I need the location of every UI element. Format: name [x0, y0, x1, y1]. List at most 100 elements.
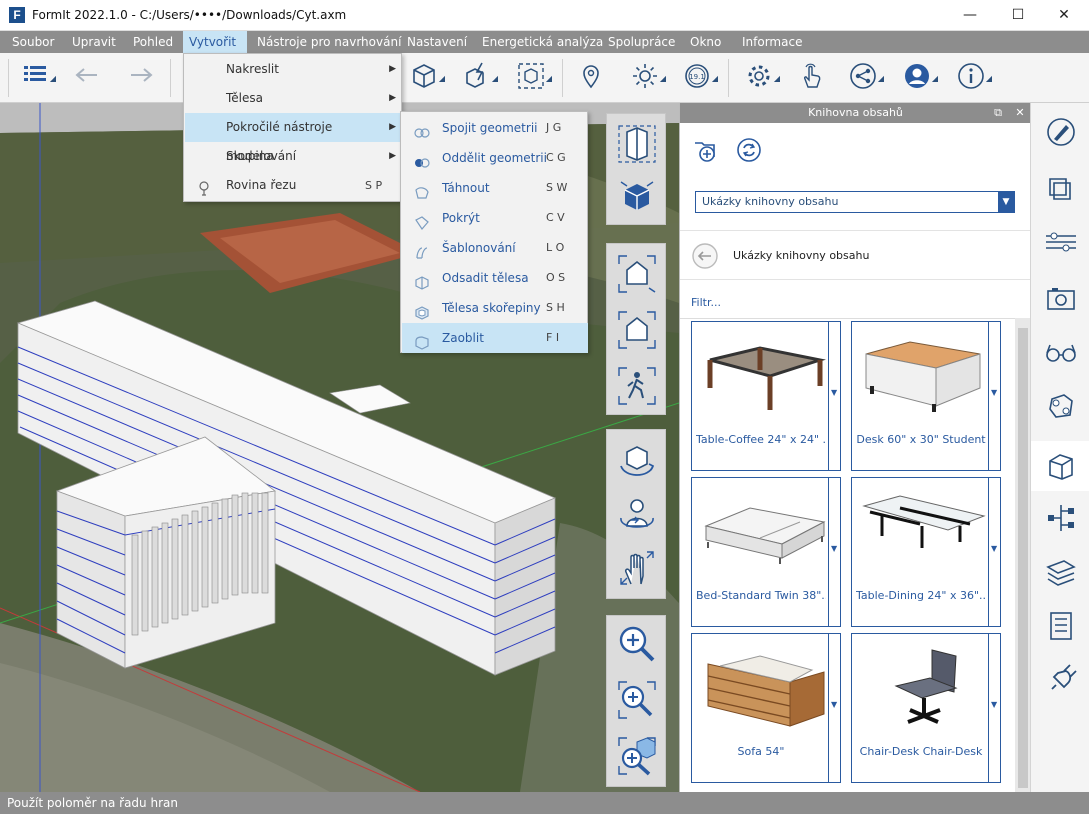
library-close-button[interactable]: ✕	[1012, 103, 1028, 123]
item-menu-button[interactable]: ▼	[828, 634, 840, 782]
share-icon[interactable]: ◢	[846, 61, 884, 95]
menu-item-label: Oddělit geometrii	[442, 151, 547, 165]
close-button[interactable]: ✕	[1044, 4, 1084, 26]
location-pin-icon[interactable]	[574, 61, 608, 95]
menu-edit[interactable]: Upravit	[66, 31, 122, 53]
menu-item-join-geometry[interactable]: Spojit geometrii J G	[402, 113, 588, 143]
menu-item-cover[interactable]: Pokrýt C V	[402, 203, 588, 233]
view-group-camera	[606, 243, 666, 415]
filter-input[interactable]: Filtr...	[691, 296, 721, 309]
menu-item-label: Zaoblit	[442, 331, 484, 345]
home-view-icon[interactable]	[615, 252, 659, 296]
back-arrow-icon[interactable]	[692, 243, 718, 269]
library-item-dining-table[interactable]: Table-Dining 24" x 36"... ▼	[851, 477, 1001, 627]
levels-icon[interactable]	[1042, 223, 1080, 261]
menu-energy-analysis[interactable]: Energetická analýza	[476, 31, 609, 53]
menu-item-sweep[interactable]: Táhnout S W	[402, 173, 588, 203]
library-item-desk[interactable]: Desk 60" x 30" Student ▼	[851, 321, 1001, 471]
menu-item-group[interactable]: Skupina ▶	[185, 142, 402, 171]
item-menu-button[interactable]: ▼	[828, 478, 840, 626]
menu-file[interactable]: Soubor	[6, 31, 60, 53]
item-menu-button[interactable]: ▼	[988, 634, 1000, 782]
materials-icon[interactable]	[1042, 169, 1080, 207]
chevron-down-icon[interactable]: ▼	[998, 192, 1014, 212]
library-item-desk-chair[interactable]: Chair-Desk Chair-Desk ▼	[851, 633, 1001, 783]
layers-icon[interactable]: ◢	[18, 61, 56, 95]
item-menu-button[interactable]: ▼	[988, 478, 1000, 626]
menu-design-tools[interactable]: Nástroje pro navrhování	[251, 31, 407, 53]
chevron-down-icon: ◢	[438, 74, 445, 83]
menu-settings[interactable]: Nastavení	[401, 31, 473, 53]
pan-hand-icon[interactable]	[615, 546, 659, 590]
dock-button[interactable]: ⧉	[990, 103, 1006, 123]
box-select-icon[interactable]: ◢	[514, 61, 552, 95]
redo-icon[interactable]	[124, 61, 158, 95]
sun-icon[interactable]: ◢	[628, 61, 666, 95]
scenes-icon[interactable]	[1042, 279, 1080, 317]
menu-item-section-plane[interactable]: Rovina řezu S P	[185, 171, 402, 200]
gear-icon[interactable]: ◢	[742, 61, 780, 95]
menu-item-shell-solids[interactable]: Tělesa skořepiny S H	[402, 293, 588, 323]
properties-icon[interactable]	[1042, 113, 1080, 151]
menu-window[interactable]: Okno	[684, 31, 727, 53]
home-frame-icon[interactable]	[615, 308, 659, 352]
box-add-icon[interactable]: ◢	[407, 61, 445, 95]
menu-create[interactable]: Vytvořit	[183, 31, 247, 53]
minimize-button[interactable]: —	[950, 4, 990, 26]
scroll-thumb[interactable]	[1018, 328, 1028, 788]
hand-touch-icon[interactable]	[794, 61, 828, 95]
info-icon[interactable]: ◢	[954, 61, 992, 95]
menu-item-label: Nakreslit	[226, 62, 279, 76]
content-library-icon[interactable]	[1031, 441, 1089, 491]
menu-view[interactable]: Pohled	[127, 31, 179, 53]
visual-styles-icon[interactable]	[1042, 333, 1080, 371]
add-library-icon[interactable]	[692, 137, 718, 163]
menu-item-offset-solids[interactable]: Odsadit tělesa O S	[402, 263, 588, 293]
menu-item-fillet[interactable]: Zaoblit F I	[402, 323, 588, 353]
parameters-icon[interactable]	[1042, 607, 1080, 645]
zoom-in-icon[interactable]	[615, 622, 659, 666]
menu-item-loft[interactable]: Šablonování L O	[402, 233, 588, 263]
offset-icon	[414, 271, 430, 290]
view-tools-strip	[606, 113, 666, 793]
library-select[interactable]: Ukázky knihovny obsahu ▼	[695, 191, 1015, 213]
shell-icon	[414, 301, 430, 320]
undo-icon[interactable]	[70, 61, 104, 95]
main-toolbar: ◢ ◢ ◢ ◢ ◢ 19.1 ◢ ◢ ◢ ◢ ◢	[0, 53, 1089, 103]
scale-icon[interactable]: 19.1 ◢	[680, 61, 718, 95]
loft-icon	[414, 241, 430, 259]
library-header: Knihovna obsahů ⧉ ✕	[680, 103, 1031, 123]
dynamo-icon[interactable]	[1042, 499, 1080, 537]
menu-item-label: Pokrýt	[442, 211, 480, 225]
cover-icon	[414, 211, 430, 230]
zoom-window-icon[interactable]	[615, 678, 659, 722]
menu-item-advanced-modeling[interactable]: Pokročilé nástroje modelování ▶	[185, 113, 402, 163]
section-box-icon[interactable]	[615, 122, 659, 166]
orbit-icon[interactable]	[615, 438, 659, 482]
lightning-box-icon[interactable]: ◢	[460, 61, 498, 95]
cube-view-icon[interactable]	[615, 174, 659, 218]
library-item-sofa[interactable]: Sofa 54" ▼	[691, 633, 841, 783]
walk-icon[interactable]	[615, 364, 659, 408]
groups-icon[interactable]	[1042, 387, 1080, 425]
library-scrollbar[interactable]	[1015, 318, 1031, 792]
menu-item-cut-geometry[interactable]: Oddělit geometrii C G	[402, 143, 588, 173]
item-menu-button[interactable]: ▼	[828, 322, 840, 470]
user-icon[interactable]: ◢	[900, 61, 938, 95]
menu-item-shortcut: C G	[546, 151, 566, 164]
maximize-button[interactable]: ☐	[998, 4, 1038, 26]
refresh-icon[interactable]	[736, 137, 762, 163]
menu-item-draw[interactable]: Nakreslit ▶	[185, 55, 402, 84]
library-item-coffee-table[interactable]: Table-Coffee 24" x 24" ... ▼	[691, 321, 841, 471]
library-item-bed[interactable]: Bed-Standard Twin 38"... ▼	[691, 477, 841, 627]
plugins-icon[interactable]	[1042, 661, 1080, 699]
menu-item-label: Rovina řezu	[226, 178, 297, 192]
chevron-down-icon: ◢	[49, 74, 56, 83]
menu-collaboration[interactable]: Spolupráce	[602, 31, 681, 53]
menu-item-solids[interactable]: Tělesa ▶	[185, 84, 402, 113]
zoom-extents-icon[interactable]	[615, 734, 659, 778]
item-menu-button[interactable]: ▼	[988, 322, 1000, 470]
look-around-icon[interactable]	[615, 492, 659, 536]
menu-help[interactable]: Informace	[736, 31, 808, 53]
layers-panel-icon[interactable]	[1042, 553, 1080, 591]
